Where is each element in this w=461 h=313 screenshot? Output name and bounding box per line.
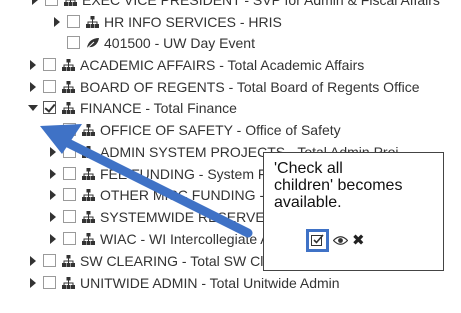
check-all-children-icon	[311, 233, 324, 249]
view-button[interactable]	[332, 233, 349, 249]
node-checkbox[interactable]	[43, 80, 56, 93]
tree-node[interactable]: EXEC VICE PRESIDENT - SVP for Admin & Fi…	[0, 0, 461, 10]
expand-arrow-icon[interactable]	[48, 141, 58, 162]
callout-text: 'Check all children' becomes available.	[274, 160, 403, 211]
tree-node-label: OFFICE OF SAFETY - Office of Safety	[100, 121, 341, 138]
node-checkbox[interactable]	[63, 167, 76, 180]
node-checkbox[interactable]	[43, 101, 56, 114]
node-checkbox[interactable]	[63, 210, 76, 223]
node-checkbox[interactable]	[63, 123, 76, 136]
leaf-icon	[86, 36, 100, 50]
org-chart-icon	[62, 58, 76, 72]
tooltip-callout: 'Check all children' becomes available. …	[263, 152, 444, 271]
node-checkbox[interactable]	[67, 15, 80, 28]
org-chart-icon	[82, 145, 96, 159]
tree-node-label: 401500 - UW Day Event	[104, 34, 255, 51]
node-checkbox[interactable]	[43, 276, 56, 289]
node-toolbar: ✖	[306, 229, 365, 252]
node-checkbox[interactable]	[63, 188, 76, 201]
node-checkbox[interactable]	[43, 254, 56, 267]
expand-arrow-icon[interactable]	[48, 163, 58, 184]
tree-node[interactable]: ACADEMIC AFFAIRS - Total Academic Affair…	[0, 54, 461, 75]
collapse-arrow-icon[interactable]	[28, 97, 38, 118]
org-chart-icon	[64, 0, 78, 7]
tree-node[interactable]: BOARD OF REGENTS - Total Board of Regent…	[0, 76, 461, 97]
tree-node-label: HR INFO SERVICES - HRIS	[104, 13, 282, 30]
tree-node-label: EXEC VICE PRESIDENT - SVP for Admin & Fi…	[82, 0, 440, 8]
expand-arrow-icon[interactable]	[48, 184, 58, 205]
tree-node-label: FINANCE - Total Finance	[80, 99, 237, 116]
close-icon: ✖	[352, 231, 365, 249]
expand-arrow-icon[interactable]	[52, 11, 62, 32]
tree-node[interactable]: UNITWIDE ADMIN - Total Unitwide Admin	[0, 272, 461, 293]
org-chart-icon	[86, 15, 100, 29]
expand-arrow-icon[interactable]	[48, 228, 58, 249]
expand-arrow-icon[interactable]	[30, 0, 40, 10]
eye-icon	[332, 233, 349, 249]
org-chart-icon	[82, 210, 96, 224]
expand-arrow-icon[interactable]	[28, 272, 38, 293]
expand-arrow-icon[interactable]	[28, 54, 38, 75]
expand-arrow-icon[interactable]	[28, 76, 38, 97]
tree-node[interactable]: OFFICE OF SAFETY - Office of Safety	[0, 119, 461, 140]
node-checkbox[interactable]	[43, 58, 56, 71]
expand-arrow-icon[interactable]	[48, 206, 58, 227]
tree-node[interactable]: HR INFO SERVICES - HRIS	[0, 11, 461, 32]
node-checkbox[interactable]	[63, 145, 76, 158]
node-checkbox[interactable]	[63, 232, 76, 245]
org-chart-icon	[82, 167, 96, 181]
check-all-children-button[interactable]	[306, 229, 329, 252]
org-chart-icon	[62, 254, 76, 268]
tree-node-label: ACADEMIC AFFAIRS - Total Academic Affair…	[80, 56, 365, 73]
remove-button[interactable]: ✖	[352, 233, 365, 248]
expand-arrow-icon[interactable]	[28, 250, 38, 271]
org-chart-icon	[82, 123, 96, 137]
node-checkbox[interactable]	[45, 0, 58, 6]
org-chart-icon	[82, 188, 96, 202]
tree-node-label: UNITWIDE ADMIN - Total Unitwide Admin	[80, 274, 340, 291]
tree-node[interactable]: 401500 - UW Day Event	[0, 32, 461, 53]
org-chart-icon	[62, 80, 76, 94]
tree-node-label: BOARD OF REGENTS - Total Board of Regent…	[80, 78, 420, 95]
org-chart-icon	[62, 101, 76, 115]
org-chart-icon	[82, 232, 96, 246]
node-checkbox[interactable]	[67, 36, 80, 49]
org-chart-icon	[62, 276, 76, 290]
tree-node[interactable]: FINANCE - Total Finance	[0, 97, 461, 118]
